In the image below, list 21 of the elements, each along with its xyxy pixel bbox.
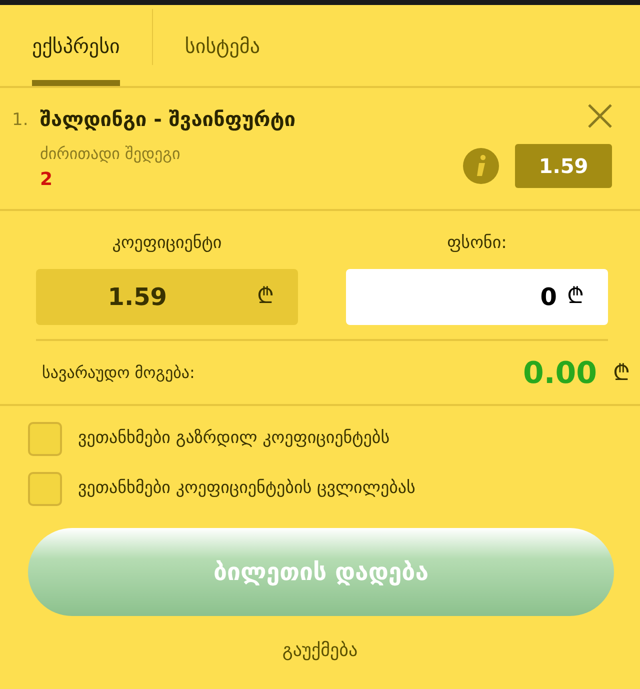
checkbox[interactable] [28, 472, 62, 506]
close-icon[interactable] [588, 104, 612, 128]
win-label: სავარაუდო მოგება: [42, 362, 196, 384]
info-icon[interactable] [463, 148, 499, 184]
odds-badge[interactable]: 1.59 [515, 144, 612, 188]
tab[interactable]: ექსპრესი [32, 5, 120, 86]
match-title: შალდინგი - შვაინფურტი [40, 106, 297, 133]
odds-field: 1.59 ₾ [36, 268, 298, 324]
market-name: ძირითადი შედეგი [40, 143, 182, 165]
currency-sign: ₾ [613, 360, 630, 388]
win-amount: 0.00 [522, 354, 597, 392]
option-label: ვეთანხმები კოეფიციენტების ცვლილებას [78, 476, 416, 500]
stake-field[interactable]: 0 ₾ [346, 268, 608, 324]
field-label: ფსონი: [446, 232, 508, 255]
bet-number: 1. [12, 109, 30, 132]
selection: 2 [40, 168, 54, 192]
tab[interactable]: სისტემა [184, 5, 260, 86]
option-label: ვეთანხმები გაზრდილ კოეფიციენტებს [78, 426, 390, 450]
cancel-button[interactable]: გაუქმება [276, 636, 364, 664]
checkbox[interactable] [28, 422, 62, 456]
field-label: კოეფიციენტი [111, 232, 223, 255]
